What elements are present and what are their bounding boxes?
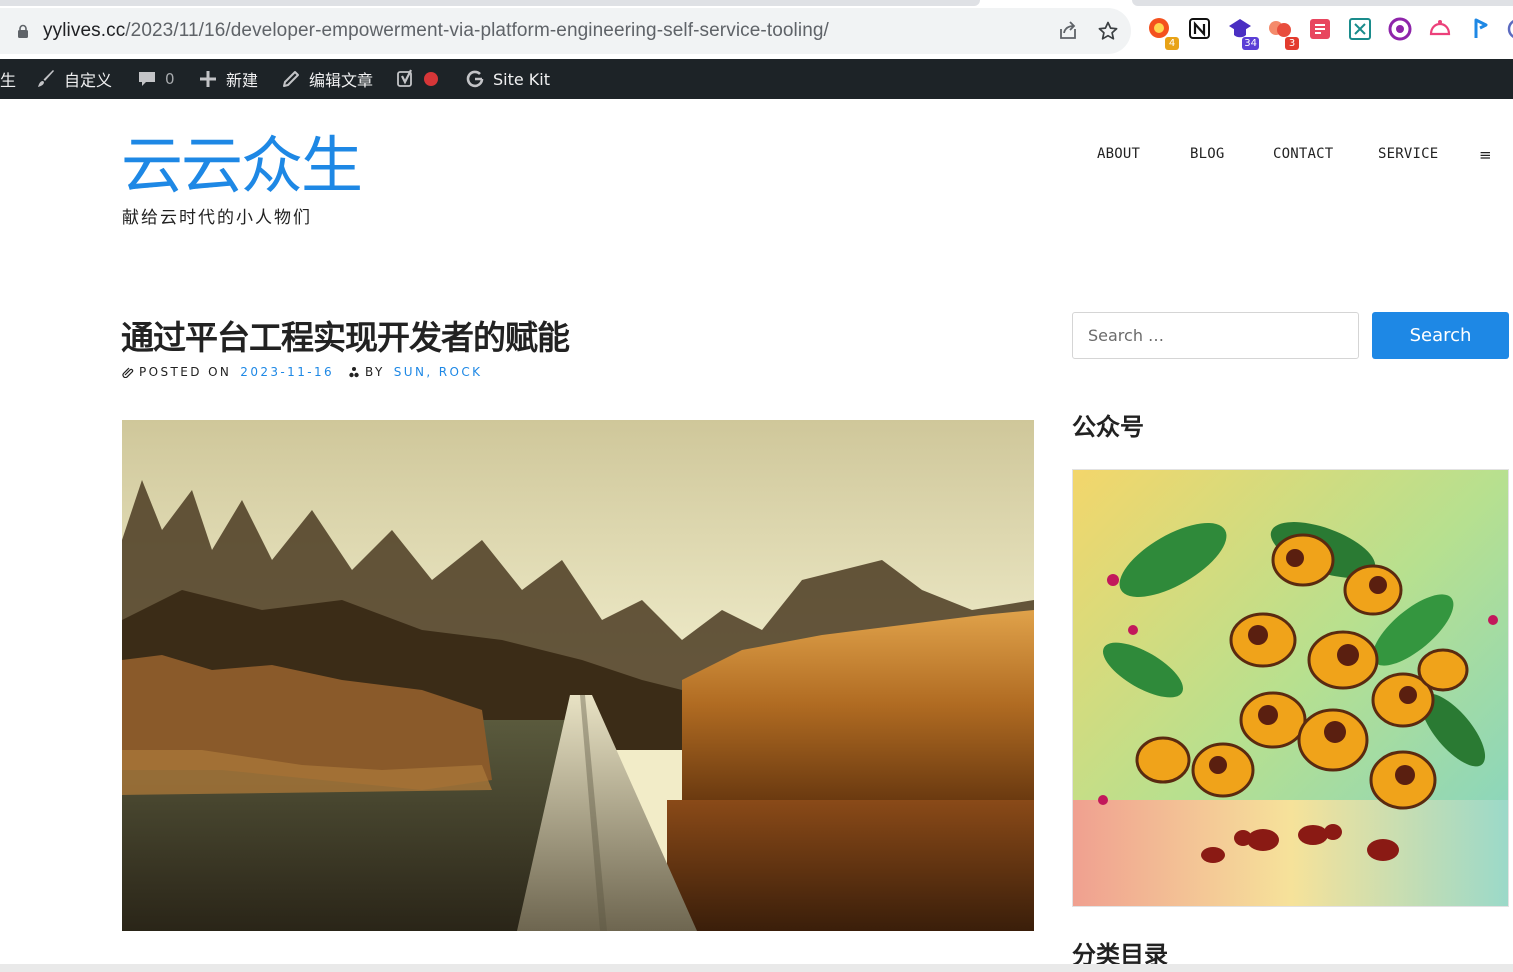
horizontal-scrollbar[interactable]: [0, 964, 1513, 972]
post-title: 通过平台工程实现开发者的赋能: [121, 318, 570, 357]
address-bar[interactable]: yylives.cc/2023/11/16/developer-empowerm…: [0, 8, 1131, 54]
tab-strip: [0, 0, 1513, 6]
extension-10-icon[interactable]: [1505, 16, 1513, 42]
nav-service[interactable]: SERVICE: [1378, 146, 1438, 162]
bookmark-star-icon[interactable]: [1097, 20, 1119, 42]
comment-icon: [139, 72, 155, 86]
admin-edit-post[interactable]: 编辑文章: [281, 59, 373, 99]
nav-contact[interactable]: CONTACT: [1273, 146, 1333, 162]
post-date-link[interactable]: 2023-11-16: [240, 365, 334, 379]
extension-3-icon[interactable]: 34: [1227, 16, 1259, 50]
admin-yoast[interactable]: [396, 59, 438, 99]
admin-customize-label: 自定义: [64, 71, 113, 90]
menu-toggle-icon[interactable]: ≡: [1479, 146, 1492, 164]
paperclip-icon: [122, 367, 134, 378]
extension-badge: 4: [1165, 37, 1179, 50]
admin-site-kit[interactable]: Site Kit: [465, 59, 550, 99]
url-host: yylives.cc: [43, 20, 126, 41]
url-text[interactable]: yylives.cc/2023/11/16/developer-empowerm…: [43, 20, 829, 42]
browser-toolbar: yylives.cc/2023/11/16/developer-empowerm…: [0, 0, 1513, 59]
search-input[interactable]: [1072, 312, 1359, 359]
admin-comments[interactable]: 0: [137, 59, 175, 99]
extension-1-icon[interactable]: 4: [1147, 16, 1179, 50]
extension-8-icon[interactable]: [1427, 16, 1453, 42]
by-label: BY: [365, 365, 385, 379]
extension-7-icon[interactable]: [1387, 16, 1413, 42]
featured-image: [122, 420, 1034, 931]
notion-icon[interactable]: [1187, 16, 1213, 42]
extension-badge: 3: [1285, 37, 1299, 50]
post-meta: POSTED ON 2023-11-16 BY SUN, ROCK: [122, 364, 482, 380]
post-author-link[interactable]: SUN, ROCK: [394, 365, 483, 379]
posted-on-label: POSTED ON: [139, 365, 232, 379]
comment-count: 0: [165, 70, 175, 88]
lock-icon[interactable]: [16, 24, 30, 38]
search-button[interactable]: Search: [1372, 312, 1509, 359]
extension-5-icon[interactable]: [1307, 16, 1333, 42]
nav-blog[interactable]: BLOG: [1190, 146, 1225, 162]
url-path: /2023/11/16/developer-empowerment-via-pl…: [125, 20, 829, 41]
site-title[interactable]: 云云众生: [121, 128, 363, 204]
widget-title-official-account: 公众号: [1072, 413, 1144, 441]
extension-badge: 34: [1242, 37, 1259, 50]
admin-site-name[interactable]: 生: [0, 59, 16, 99]
extension-4-icon[interactable]: 3: [1267, 16, 1299, 50]
site-tagline: 献给云时代的小人物们: [122, 208, 312, 228]
admin-new-label: 新建: [226, 71, 259, 90]
admin-customize[interactable]: 自定义: [36, 59, 112, 99]
share-icon[interactable]: [1057, 20, 1079, 42]
plus-icon: [200, 71, 216, 87]
extension-6-icon[interactable]: [1347, 16, 1373, 42]
google-g-icon: [466, 70, 484, 88]
nav-about[interactable]: ABOUT: [1097, 146, 1140, 162]
admin-new[interactable]: 新建: [198, 59, 258, 99]
admin-site-kit-label: Site Kit: [493, 69, 551, 89]
inactive-tab[interactable]: [1132, 0, 1513, 6]
wp-admin-bar: 生 自定义 0 新建 编辑文章 Site Kit: [0, 59, 1513, 99]
paintbrush-icon: [38, 70, 54, 87]
extension-9-icon[interactable]: [1467, 16, 1493, 42]
official-account-image: [1072, 469, 1509, 907]
admin-edit-post-label: 编辑文章: [309, 71, 374, 90]
yoast-icon: [397, 69, 412, 87]
author-icon: [349, 367, 359, 378]
pencil-icon: [283, 71, 299, 87]
inactive-tab[interactable]: [0, 0, 980, 6]
admin-site-name-label: 生: [0, 71, 17, 90]
seo-status-dot: [424, 72, 438, 86]
